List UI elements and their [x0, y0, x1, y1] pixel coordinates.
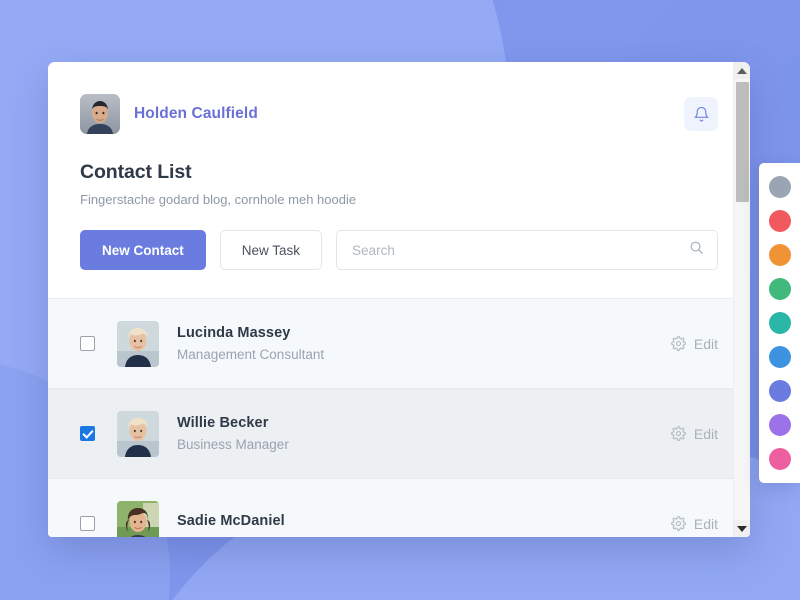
swatch-green[interactable]	[768, 278, 791, 300]
edit-button[interactable]: Edit	[670, 425, 718, 442]
avatar	[80, 94, 120, 134]
contact-role: Management Consultant	[177, 347, 325, 362]
contact-name: Willie Becker	[177, 415, 269, 431]
avatar	[117, 500, 159, 537]
swatch-grey[interactable]	[768, 176, 791, 198]
row-checkbox[interactable]	[80, 336, 95, 351]
profile-row: Holden Caulfield	[80, 94, 718, 134]
scroll-up-button[interactable]	[734, 62, 750, 79]
page-subtitle: Fingerstache godard blog, cornhole meh h…	[80, 192, 357, 207]
contact-role: Business Manager	[177, 437, 289, 452]
swatch-teal[interactable]	[768, 312, 791, 334]
scroll-up-arrow-icon	[737, 67, 747, 74]
swatch-red[interactable]	[768, 210, 791, 232]
scrollbar-thumb[interactable]	[736, 82, 749, 202]
new-contact-button[interactable]: New Contact	[80, 230, 206, 270]
edit-label: Edit	[693, 515, 718, 532]
contact-list-card: Holden Caulfield Contact List Fingerstac…	[48, 62, 750, 537]
bell-icon	[693, 106, 710, 123]
profile-left: Holden Caulfield	[80, 94, 258, 134]
edit-label: Edit	[693, 335, 718, 352]
swatch-purple[interactable]	[768, 414, 791, 436]
table-row[interactable]: Lucinda Massey Management Consultant Edi…	[48, 299, 750, 389]
card-scroll-area: Holden Caulfield Contact List Fingerstac…	[48, 62, 750, 537]
edit-label: Edit	[693, 425, 718, 442]
swatch-indigo[interactable]	[768, 380, 791, 402]
vertical-scrollbar[interactable]	[733, 62, 750, 537]
search-input[interactable]	[336, 230, 718, 270]
scroll-down-button[interactable]	[734, 520, 750, 537]
avatar	[117, 320, 159, 367]
gear-icon	[670, 336, 686, 351]
avatar	[117, 410, 159, 457]
swatch-pink[interactable]	[768, 448, 791, 470]
table-row[interactable]: Sadie McDaniel Edit	[48, 479, 750, 537]
gear-icon	[670, 426, 686, 441]
profile-name: Holden Caulfield	[134, 105, 258, 122]
table-row[interactable]: Willie Becker Business Manager Edit	[48, 389, 750, 479]
edit-button[interactable]: Edit	[670, 515, 718, 532]
row-text: Willie Becker Business Manager	[177, 415, 671, 452]
new-task-button[interactable]: New Task	[219, 230, 323, 270]
row-text: Lucinda Massey Management Consultant	[177, 325, 671, 362]
swatch-orange[interactable]	[768, 244, 791, 266]
page-title: Contact List	[80, 161, 192, 183]
row-checkbox[interactable]	[80, 516, 95, 531]
swatch-blue[interactable]	[768, 346, 791, 368]
scroll-down-arrow-icon	[737, 525, 747, 532]
notifications-button[interactable]	[684, 97, 718, 131]
contact-name: Sadie McDaniel	[177, 512, 285, 529]
card-header: Holden Caulfield Contact List Fingerstac…	[48, 62, 750, 298]
contact-name: Lucinda Massey	[177, 325, 291, 341]
toolbar: New Contact New Task	[80, 230, 718, 298]
color-palette	[759, 163, 800, 483]
edit-button[interactable]: Edit	[670, 335, 718, 352]
row-text: Sadie McDaniel	[177, 513, 671, 535]
gear-icon	[670, 516, 686, 531]
search-field	[336, 230, 718, 270]
contact-list: Lucinda Massey Management Consultant Edi…	[48, 298, 750, 537]
row-checkbox[interactable]	[80, 426, 95, 441]
